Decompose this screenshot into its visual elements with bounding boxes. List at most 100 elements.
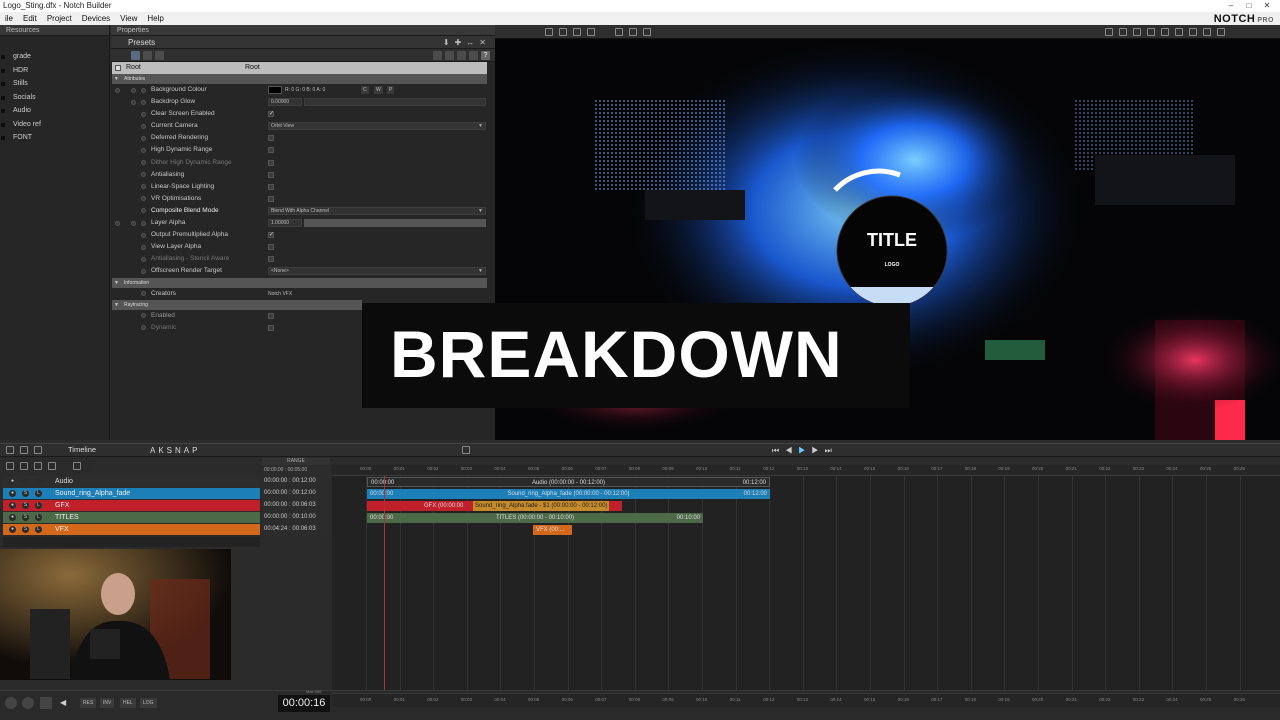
timeline-copy-icon[interactable] — [20, 446, 28, 454]
prop-row-dither-hdr[interactable]: Dither High Dynamic Range — [111, 157, 495, 169]
minimize-button[interactable]: – — [1222, 0, 1240, 12]
light-icon[interactable] — [1147, 28, 1155, 36]
hel-button[interactable]: HEL — [120, 698, 136, 708]
rewind-icon[interactable]: ◀ — [60, 698, 72, 708]
prop-row-antialiasing[interactable]: Antialiasing — [111, 169, 495, 181]
target-icon[interactable] — [143, 51, 152, 60]
resource-item[interactable]: Stills — [0, 77, 109, 91]
settings-icon[interactable] — [1217, 28, 1225, 36]
menu-project[interactable]: Project — [42, 12, 77, 25]
offscreen-target-select[interactable]: <None> ▼ — [268, 267, 486, 276]
deferred-checkbox[interactable] — [268, 135, 274, 142]
colour-btn-w[interactable]: W — [374, 86, 383, 94]
resource-item[interactable]: Audio — [0, 104, 109, 118]
filter-icon[interactable] — [131, 51, 140, 60]
maximize-button[interactable]: □ — [1240, 0, 1258, 12]
prop-row-current-camera[interactable]: Current Camera Orbit View ▼ — [111, 120, 495, 132]
menu-view[interactable]: View — [115, 12, 142, 25]
clip-sound[interactable]: 00:00:00 Sound_ring_Alpha_fade (00:00:00 … — [367, 489, 770, 499]
layer-alpha-input[interactable]: 1.00000 — [268, 219, 302, 228]
prop-row-blend-mode[interactable]: Composite Blend Mode Blend With Alpha Ch… — [111, 205, 495, 217]
timeline-settings-icon[interactable] — [462, 446, 470, 454]
export-icon[interactable] — [40, 697, 52, 709]
sync-icon[interactable] — [22, 697, 34, 709]
colour-btn-c[interactable]: C — [361, 86, 369, 94]
close-button[interactable]: ✕ — [1258, 0, 1276, 12]
colour-swatch[interactable] — [268, 86, 282, 94]
aa-stencil-checkbox[interactable] — [268, 256, 274, 263]
backdrop-glow-slider[interactable] — [304, 98, 486, 107]
view-alpha-checkbox[interactable] — [268, 244, 274, 251]
menu-icon[interactable] — [73, 462, 81, 470]
record-icon[interactable] — [5, 697, 17, 709]
eye-icon[interactable] — [6, 462, 14, 470]
skip-end-icon[interactable]: ⏭ — [825, 446, 838, 455]
blend-mode-select[interactable]: Blend With Alpha Channel ▼ — [268, 206, 486, 215]
track-header-vfx[interactable]: ● S L VFX — [3, 524, 260, 535]
scale-icon[interactable] — [573, 28, 581, 36]
link-icon[interactable] — [643, 28, 651, 36]
root-checkbox[interactable] — [115, 65, 121, 71]
hdr-checkbox[interactable] — [268, 147, 274, 154]
clear-icon[interactable] — [155, 51, 164, 60]
dither-hdr-checkbox[interactable] — [268, 159, 274, 166]
gizmo-icon[interactable] — [1119, 28, 1127, 36]
menu-devices[interactable]: Devices — [77, 12, 115, 25]
prop-row-clear-screen[interactable]: Clear Screen Enabled ✓ — [111, 108, 495, 120]
prop-row-vr-opt[interactable]: VR Optimisations — [111, 193, 495, 205]
log-button[interactable]: LOG — [140, 698, 157, 708]
menu-file[interactable]: ile — [0, 12, 18, 25]
camera-icon[interactable] — [1105, 28, 1113, 36]
capture-icon[interactable] — [1203, 28, 1211, 36]
step-back-icon[interactable]: ◀ — [785, 446, 798, 455]
prop-row-background-colour[interactable]: Background Colour R: 0 G: 0 B: 0 A: 0 C … — [111, 84, 495, 96]
clip-audio[interactable]: 00:00:00 Audio (00:00:00 - 00:12:00) 00:12… — [367, 477, 770, 487]
lock-track-icon[interactable] — [20, 462, 28, 470]
rt-dynamic-checkbox[interactable] — [268, 324, 274, 331]
paste-icon[interactable] — [445, 51, 454, 60]
resource-item[interactable]: HDR — [0, 64, 109, 78]
solo-icon[interactable] — [34, 462, 42, 470]
prop-row-backdrop-glow[interactable]: Backdrop Glow 0.00000 — [111, 96, 495, 108]
inv-button[interactable]: INV — [100, 698, 115, 708]
timecode-display[interactable]: 00:00:16 — [278, 695, 330, 712]
section-attributes[interactable]: Attributes — [112, 74, 487, 84]
skip-start-icon[interactable]: ⏮ — [772, 446, 785, 455]
playhead[interactable] — [384, 476, 385, 690]
fullscreen-icon[interactable] — [1189, 28, 1197, 36]
menu-help[interactable]: Help — [142, 12, 168, 25]
prop-row-aa-stencil[interactable]: Antialiasing - Stencil Aware — [111, 253, 495, 265]
timeline-ruler[interactable]: 00:00 00:01 00:02 00:03 00:04 00:05 00:06 00:07… — [332, 465, 1280, 476]
resource-item[interactable]: grade — [0, 50, 109, 64]
play-icon[interactable]: ▶ — [798, 446, 811, 455]
clear-screen-checkbox[interactable]: ✓ — [268, 111, 274, 118]
timeline-new-icon[interactable] — [6, 446, 14, 454]
step-forward-icon[interactable]: ▶ — [811, 446, 824, 455]
prop-row-layer-alpha[interactable]: Layer Alpha 1.00000 — [111, 217, 495, 229]
resource-item[interactable]: Socials — [0, 91, 109, 105]
select-icon[interactable] — [629, 28, 637, 36]
layer-alpha-slider[interactable] — [304, 219, 486, 228]
resource-item[interactable]: Video ref — [0, 118, 109, 132]
timeline-delete-icon[interactable] — [34, 446, 42, 454]
fit-icon[interactable] — [1161, 28, 1169, 36]
grid-icon[interactable] — [1133, 28, 1141, 36]
transport-controls[interactable]: ⏮◀▶▶⏭ — [772, 446, 838, 456]
presets-icons[interactable]: ⬇✚↔✕ — [443, 38, 491, 47]
root-node-row[interactable]: Root Root — [112, 62, 487, 74]
premult-checkbox[interactable]: ✓ — [268, 232, 274, 239]
mute-icon[interactable] — [48, 462, 56, 470]
linear-lighting-checkbox[interactable] — [268, 183, 274, 190]
section-raytracing[interactable]: Raytracing — [112, 299, 362, 310]
vr-opt-checkbox[interactable] — [268, 195, 274, 202]
prop-row-offscreen[interactable]: Offscreen Render Target <None> ▼ — [111, 265, 495, 277]
lock-icon[interactable] — [469, 51, 478, 60]
backdrop-glow-input[interactable]: 0.00000 — [268, 98, 302, 107]
zoom-icon[interactable] — [1175, 28, 1183, 36]
prop-row-hdr[interactable]: High Dynamic Range — [111, 144, 495, 156]
resource-item[interactable]: FONT — [0, 131, 109, 145]
prop-row-linear-lighting[interactable]: Linear-Space Lighting — [111, 181, 495, 193]
prop-row-view-alpha[interactable]: View Layer Alpha — [111, 241, 495, 253]
section-information[interactable]: Information — [112, 277, 487, 288]
keyframe-icon[interactable] — [615, 28, 623, 36]
